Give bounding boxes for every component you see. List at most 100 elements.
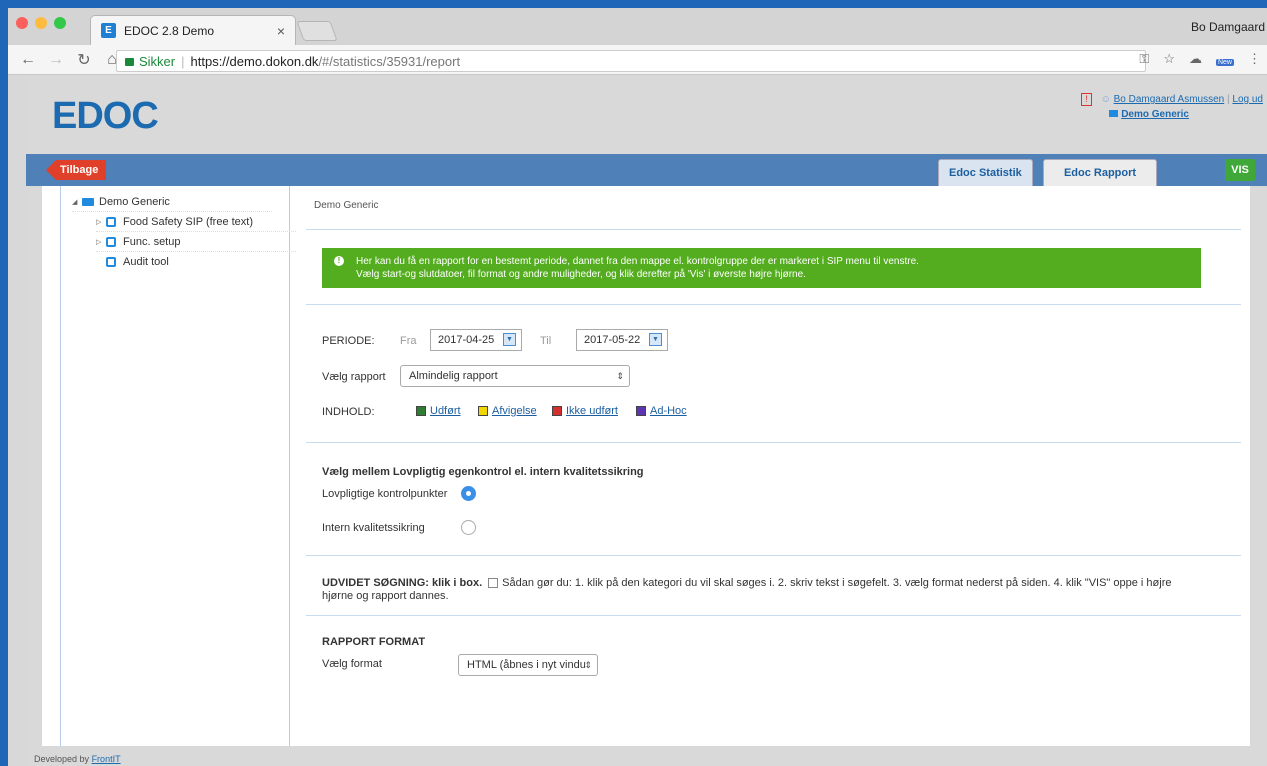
format-select-value: HTML (åbnes i nyt vindu [467, 659, 586, 671]
divider [306, 304, 1241, 305]
forward-arrow-icon[interactable]: → [48, 51, 64, 69]
fra-date-value: 2017-04-25 [438, 334, 495, 346]
tab-edoc-statistik[interactable]: Edoc Statistik [938, 159, 1033, 186]
choice-heading: Vælg mellem Lovpligtig egenkontrol el. i… [322, 466, 644, 478]
tree-item-food-safety[interactable]: ▷ Food Safety SIP (free text) [96, 212, 296, 232]
divider [306, 229, 1241, 230]
alert-icon[interactable]: ! [1081, 93, 1092, 106]
udvidet-text-2: hjørne og rapport dannes. [322, 590, 449, 602]
rapport-select[interactable]: Almindelig rapport ⇕ [400, 365, 630, 387]
divider [306, 615, 1241, 616]
fra-date-input[interactable]: 2017-04-25 ▼ [430, 329, 522, 351]
udvidet-text-1: Sådan gør du: 1. klik på den kategori du… [502, 577, 1172, 589]
profile-avatar-icon[interactable]: New [1215, 52, 1234, 67]
tree-item-audit-tool[interactable]: Audit tool [106, 252, 306, 272]
web-page: EDOC ! ☺ Bo Damgaard Asmussen | Log ud D… [26, 75, 1267, 766]
extension-icon[interactable]: ☁ [1189, 51, 1202, 67]
radio-intern[interactable] [461, 520, 476, 535]
folder-icon [82, 197, 94, 206]
sip-tree-sidebar: ◢ Demo Generic ▷ Food Safety SIP (free t… [42, 186, 296, 746]
legend-link[interactable]: Ad-Hoc [650, 405, 687, 417]
info-line-2: Vælg start-og slutdatoer, fil format og … [356, 269, 806, 280]
reload-icon[interactable]: ↻ [76, 50, 92, 70]
sip-icon [106, 257, 116, 267]
select-arrows-icon: ⇕ [616, 371, 624, 381]
user-icon: ☺ [1100, 94, 1111, 105]
url-path: /#/statistics/35931/report [318, 53, 461, 69]
expanded-triangle-icon[interactable]: ◢ [72, 198, 82, 206]
til-label: Til [540, 335, 552, 347]
checked-box-icon[interactable] [478, 406, 488, 416]
logout-link[interactable]: Log ud [1232, 94, 1263, 105]
collapsed-triangle-icon[interactable]: ▷ [96, 218, 106, 226]
new-tab-button[interactable] [296, 21, 338, 41]
divider [306, 442, 1241, 443]
org-link[interactable]: Demo Generic [1121, 109, 1189, 120]
tree-root[interactable]: ◢ Demo Generic [72, 192, 272, 212]
tab-title: EDOC 2.8 Demo [124, 23, 215, 38]
nav-bar: Tilbage Edoc Statistik Edoc Rapport VIS [26, 154, 1267, 186]
legend-link[interactable]: Udført [430, 405, 461, 417]
back-button[interactable]: Tilbage [46, 160, 107, 180]
udvidet-block: UDVIDET SØGNING: klik i box. Sådan gør du… [322, 577, 1222, 603]
key-icon[interactable]: ⚿ [1139, 51, 1149, 67]
til-date-value: 2017-05-22 [584, 334, 641, 346]
select-arrows-icon: ⇕ [584, 660, 592, 670]
maximize-window-button[interactable] [54, 17, 66, 29]
close-window-button[interactable] [16, 17, 28, 29]
rapport-select-value: Almindelig rapport [409, 370, 498, 382]
info-line-1: Her kan du få en rapport for en bestemt … [356, 256, 919, 267]
til-date-input[interactable]: 2017-05-22 ▼ [576, 329, 668, 351]
radio-lovpligtige-label: Lovpligtige kontrolpunkter [322, 488, 448, 500]
tree-item-label: Func. setup [123, 235, 181, 248]
indhold-label: INDHOLD: [322, 406, 375, 418]
format-select[interactable]: HTML (åbnes i nyt vindu ⇕ [458, 654, 598, 676]
vis-button[interactable]: VIS [1225, 159, 1255, 181]
address-separator: | [181, 53, 185, 69]
legend-ikke-udfort[interactable]: Ikke udført [552, 405, 618, 417]
udvidet-heading: UDVIDET SØGNING: klik i box. [322, 577, 483, 589]
chrome-profile-name[interactable]: Bo Damgaard [1191, 20, 1265, 34]
user-link[interactable]: Bo Damgaard Asmussen [1114, 94, 1225, 105]
radio-lovpligtige[interactable] [461, 486, 476, 501]
footer-prefix: Developed by [34, 754, 90, 764]
format-heading: RAPPORT FORMAT [322, 636, 426, 648]
minimize-window-button[interactable] [35, 17, 47, 29]
browser-toolbar: ← → ↻ ⌂ Sikker | https://demo.dokon.dk/#… [8, 45, 1267, 75]
legend-afvigelse[interactable]: Afvigelse [478, 405, 537, 417]
divider [306, 555, 1241, 556]
menu-dots-icon[interactable]: ⋮ [1248, 51, 1261, 67]
collapsed-triangle-icon[interactable]: ▷ [96, 238, 106, 246]
calendar-dropdown-icon[interactable]: ▼ [649, 333, 662, 346]
checked-box-icon[interactable] [636, 406, 646, 416]
legend-link[interactable]: Ikke udført [566, 405, 618, 417]
checked-box-icon[interactable] [552, 406, 562, 416]
secure-label: Sikker [139, 53, 176, 69]
checked-box-icon[interactable] [416, 406, 426, 416]
fra-label: Fra [400, 335, 417, 347]
bookmark-star-icon[interactable]: ☆ [1163, 51, 1175, 67]
breadcrumb: Demo Generic [314, 200, 379, 211]
rapport-label: Vælg rapport [322, 371, 386, 383]
browser-tab[interactable]: E EDOC 2.8 Demo × [90, 15, 296, 45]
legend-ad-hoc[interactable]: Ad-Hoc [636, 405, 687, 417]
tree-item-label: Audit tool [123, 256, 169, 268]
page-footer: Developed by FrontIT [34, 754, 121, 764]
sip-icon [106, 216, 116, 227]
radio-intern-label: Intern kvalitetssikring [322, 522, 425, 534]
tab-edoc-rapport[interactable]: Edoc Rapport [1043, 159, 1157, 186]
edoc-logo[interactable]: EDOC [52, 95, 159, 138]
back-arrow-icon[interactable]: ← [20, 51, 36, 69]
calendar-dropdown-icon[interactable]: ▼ [503, 333, 516, 346]
address-bar[interactable]: Sikker | https://demo.dokon.dk/#/statist… [116, 50, 1146, 72]
sip-icon [106, 236, 116, 247]
info-icon: ! [334, 256, 344, 266]
edoc-favicon-icon: E [101, 23, 116, 38]
info-banner: ! Her kan du få en rapport for en bestem… [322, 248, 1201, 288]
legend-udfort[interactable]: Udført [416, 405, 461, 417]
tab-close-icon[interactable]: × [277, 23, 285, 39]
frontit-link[interactable]: FrontIT [92, 754, 121, 764]
udvidet-checkbox[interactable] [488, 578, 499, 589]
legend-link[interactable]: Afvigelse [492, 405, 537, 417]
tree-item-func-setup[interactable]: ▷ Func. setup [96, 232, 296, 252]
